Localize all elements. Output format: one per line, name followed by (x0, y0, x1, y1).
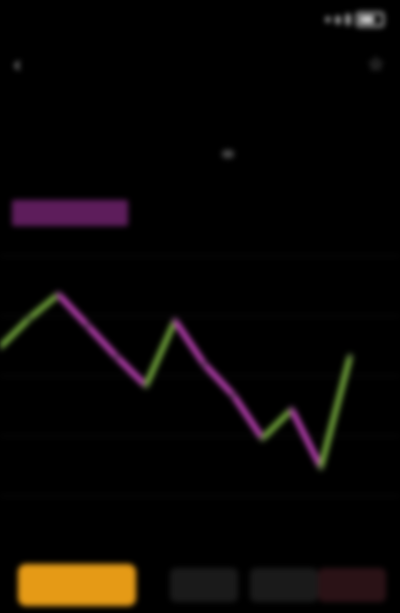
market-stats (240, 104, 385, 192)
star-icon[interactable]: ☆ (368, 54, 384, 75)
signal-icon (346, 14, 350, 25)
chart-line-segment (84, 322, 120, 360)
chart-point (143, 383, 148, 388)
price-chart-svg (0, 255, 400, 497)
price-chart[interactable] (0, 236, 400, 526)
status-bar (0, 0, 400, 36)
status-icons (326, 12, 384, 27)
chart-line-segment (230, 392, 266, 442)
action-button-1[interactable] (170, 568, 238, 602)
chart-line-segment (288, 406, 324, 471)
signal-icon (326, 17, 330, 22)
price-block (16, 102, 236, 120)
tab-interval-1[interactable] (150, 150, 162, 158)
app-screen: ‹ ☆ (0, 0, 400, 613)
chart-point (231, 393, 236, 398)
chart-point (173, 318, 177, 323)
chart-point (318, 465, 323, 470)
stat-row (240, 126, 385, 148)
chart-line-segment (55, 291, 91, 329)
action-button-2[interactable] (250, 568, 318, 602)
chart-line-segment (113, 353, 149, 389)
chart-point (260, 436, 265, 441)
chart-point (85, 323, 90, 328)
chart-point (27, 316, 32, 321)
chart-point (56, 292, 61, 297)
chart-point (202, 362, 207, 366)
interval-tabs (150, 150, 234, 158)
chart-line-segment (259, 406, 295, 442)
buy-button[interactable] (18, 564, 136, 606)
stat-row (240, 170, 385, 192)
chart-point (114, 354, 119, 359)
pair-header: ‹ ☆ (0, 44, 400, 86)
chart-line-segment (317, 353, 353, 471)
stat-row (240, 104, 385, 126)
action-button-3[interactable] (318, 568, 386, 602)
battery-icon (356, 12, 384, 27)
chart-line-segment (26, 291, 62, 322)
chart-point (348, 354, 352, 359)
chart-line-segment (172, 317, 208, 367)
stat-row (240, 148, 385, 170)
bottom-action-bar (0, 550, 400, 613)
chart-point (289, 407, 294, 412)
tab-interval-4[interactable] (222, 150, 234, 158)
chart-line-segment (201, 361, 237, 399)
signal-icon (336, 15, 340, 24)
indicator-badge[interactable] (12, 200, 128, 226)
tab-interval-2[interactable] (174, 150, 186, 158)
back-icon[interactable]: ‹ (14, 54, 21, 77)
chart-line-segment (0, 315, 33, 351)
tab-interval-3[interactable] (198, 150, 210, 158)
